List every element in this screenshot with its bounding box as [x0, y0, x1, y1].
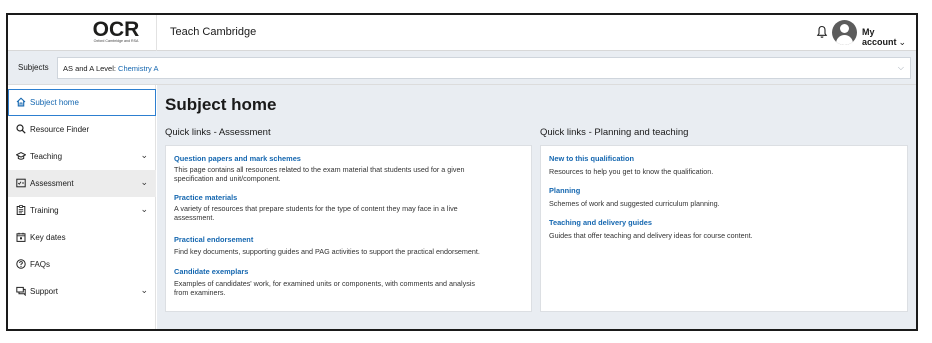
link-practice-materials[interactable]: Practice materials — [174, 193, 237, 202]
sidebar-item-faqs[interactable]: FAQs — [8, 251, 156, 278]
link-description: Guides that offer teaching and delivery … — [549, 231, 753, 240]
top-header: OCR Oxford Cambridge and RSA Teach Cambr… — [8, 15, 916, 51]
my-account-button[interactable]: My account ⌄ — [862, 27, 916, 48]
chat-icon — [16, 286, 26, 296]
logo-subtext: Oxford Cambridge and RSA — [93, 39, 139, 43]
question-icon — [16, 259, 26, 269]
link-description: This page contains all resources related… — [174, 165, 465, 184]
chevron-down-icon: ⌄ — [898, 37, 907, 47]
chevron-down-icon[interactable]: ⌵ — [898, 63, 904, 73]
link-planning[interactable]: Planning — [549, 186, 580, 195]
link-practical-endorsement[interactable]: Practical endorsement — [174, 235, 253, 244]
link-new-to-qualification[interactable]: New to this qualification — [549, 154, 634, 163]
sidebar-item-teaching[interactable]: Teaching ⌄ — [8, 143, 156, 170]
link-teaching-delivery-guides[interactable]: Teaching and delivery guides — [549, 218, 652, 227]
subject-prefix: AS and A Level: — [63, 64, 119, 73]
sidebar-item-subject-home[interactable]: Subject home — [8, 89, 156, 116]
assessment-section-title: Quick links - Assessment — [165, 127, 271, 138]
sidebar-item-training[interactable]: Training ⌄ — [8, 197, 156, 224]
sidebar-item-assessment[interactable]: Assessment ⌄ — [8, 170, 156, 197]
sidebar-item-label: Key dates — [30, 233, 66, 242]
link-description: Find key documents, supporting guides an… — [174, 247, 480, 256]
sidebar-item-label: Assessment — [30, 179, 74, 188]
link-description: A variety of resources that prepare stud… — [174, 204, 458, 223]
sidebar-item-key-dates[interactable]: Key dates — [8, 224, 156, 251]
chevron-down-icon: ⌄ — [140, 177, 148, 187]
link-description: Resources to help you get to know the qu… — [549, 167, 714, 176]
subjects-label: Subjects — [18, 63, 49, 72]
link-candidate-exemplars[interactable]: Candidate exemplars — [174, 267, 248, 276]
chevron-down-icon: ⌄ — [140, 150, 148, 160]
chevron-down-icon: ⌄ — [140, 285, 148, 295]
page-title: Subject home — [165, 95, 277, 114]
sidebar-item-resource-finder[interactable]: Resource Finder — [8, 116, 156, 143]
link-question-papers[interactable]: Question papers and mark schemes — [174, 154, 301, 163]
chevron-down-icon: ⌄ — [140, 204, 148, 214]
site-title[interactable]: Teach Cambridge — [170, 26, 256, 38]
link-description: Examples of candidates' work, for examin… — [174, 279, 475, 298]
subject-value: Chemistry A — [118, 64, 159, 73]
bell-icon[interactable] — [816, 25, 828, 39]
assessment-icon — [16, 178, 26, 188]
logo-text: OCR — [92, 18, 140, 41]
sidebar-nav: Subject home Resource Finder Teaching ⌄ … — [8, 85, 156, 329]
assessment-links-card: Question papers and mark schemes This pa… — [165, 145, 532, 312]
link-description: Schemes of work and suggested curriculum… — [549, 199, 720, 208]
sidebar-item-label: Training — [30, 206, 59, 215]
my-account-label: My account — [862, 27, 897, 47]
avatar-icon[interactable] — [832, 20, 857, 45]
sidebar-item-label: Subject home — [30, 98, 79, 107]
sidebar-item-label: Teaching — [30, 152, 63, 161]
sidebar-item-label: Support — [30, 287, 59, 296]
planning-links-card: New to this qualification Resources to h… — [540, 145, 908, 312]
sidebar-item-label: Resource Finder — [30, 125, 90, 134]
graduation-cap-icon — [16, 151, 26, 160]
app-window: OCR Oxford Cambridge and RSA Teach Cambr… — [6, 13, 918, 331]
subject-select[interactable]: AS and A Level: Chemistry A ⌵ — [57, 57, 911, 79]
sidebar-item-support[interactable]: Support ⌄ — [8, 278, 156, 305]
main-content: Subject home Quick links - Assessment Qu… — [157, 85, 916, 329]
ocr-logo[interactable]: OCR Oxford Cambridge and RSA — [88, 18, 144, 46]
sidebar-item-label: FAQs — [30, 260, 51, 269]
subject-bar: Subjects AS and A Level: Chemistry A ⌵ — [8, 51, 916, 85]
planning-section-title: Quick links - Planning and teaching — [540, 127, 689, 138]
calendar-icon — [16, 232, 26, 242]
search-icon — [16, 124, 26, 134]
home-icon — [16, 97, 26, 107]
header-divider — [156, 15, 157, 51]
training-icon — [16, 205, 26, 215]
